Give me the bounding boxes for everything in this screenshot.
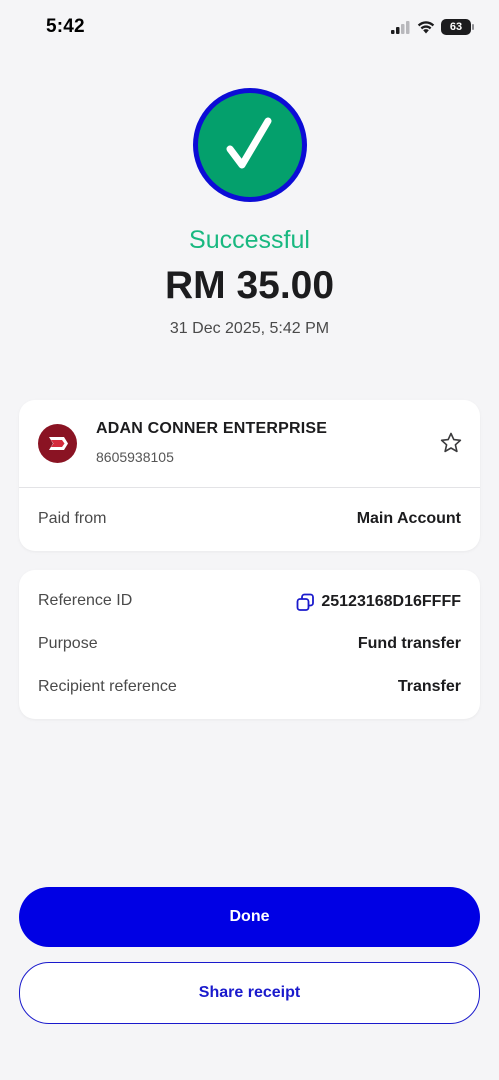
battery-icon: 63 — [441, 19, 474, 35]
bank-logo-icon — [38, 424, 77, 463]
favorite-button[interactable] — [436, 428, 466, 458]
card-divider — [19, 487, 480, 488]
star-icon — [440, 432, 462, 453]
recipient-reference-value: Transfer — [397, 678, 461, 695]
transaction-details-card: Reference ID 25123168D16FFFF Purpose Fun… — [19, 570, 480, 719]
reference-id-label: Reference ID — [38, 592, 133, 609]
recipient-account-number: 8605938105 — [96, 449, 174, 465]
share-receipt-button[interactable]: Share receipt — [19, 962, 480, 1024]
status-title: Successful — [189, 226, 310, 254]
transfer-receipt-screen: 5:42 63 Successful RM 35.00 31 Dec 2025,… — [0, 0, 499, 1080]
wifi-icon — [417, 21, 435, 34]
recipient-name: ADAN CONNER ENTERPRISE — [96, 420, 328, 437]
recipient-card: ADAN CONNER ENTERPRISE 8605938105 Paid f… — [19, 400, 480, 551]
amount: RM 35.00 — [164, 264, 335, 307]
reference-id-row: 25123168D16FFFF — [295, 592, 461, 612]
status-icons: 63 — [391, 18, 474, 36]
battery-level: 63 — [449, 21, 463, 33]
checkmark-icon — [198, 93, 302, 197]
paid-from-value: Main Account — [356, 510, 461, 527]
cellular-signal-icon — [391, 20, 410, 34]
purpose-label: Purpose — [38, 635, 98, 652]
success-badge — [193, 88, 307, 202]
purpose-value: Fund transfer — [357, 635, 461, 652]
transaction-datetime: 31 Dec 2025, 5:42 PM — [169, 320, 330, 337]
done-button[interactable]: Done — [19, 887, 480, 947]
copy-reference-button[interactable] — [295, 592, 315, 612]
paid-from-label: Paid from — [38, 510, 107, 527]
status-time: 5:42 — [46, 16, 85, 37]
copy-icon — [296, 593, 314, 611]
reference-id-value: 25123168D16FFFF — [321, 593, 461, 610]
recipient-reference-label: Recipient reference — [38, 678, 177, 695]
status-bar: 5:42 63 — [0, 0, 499, 54]
